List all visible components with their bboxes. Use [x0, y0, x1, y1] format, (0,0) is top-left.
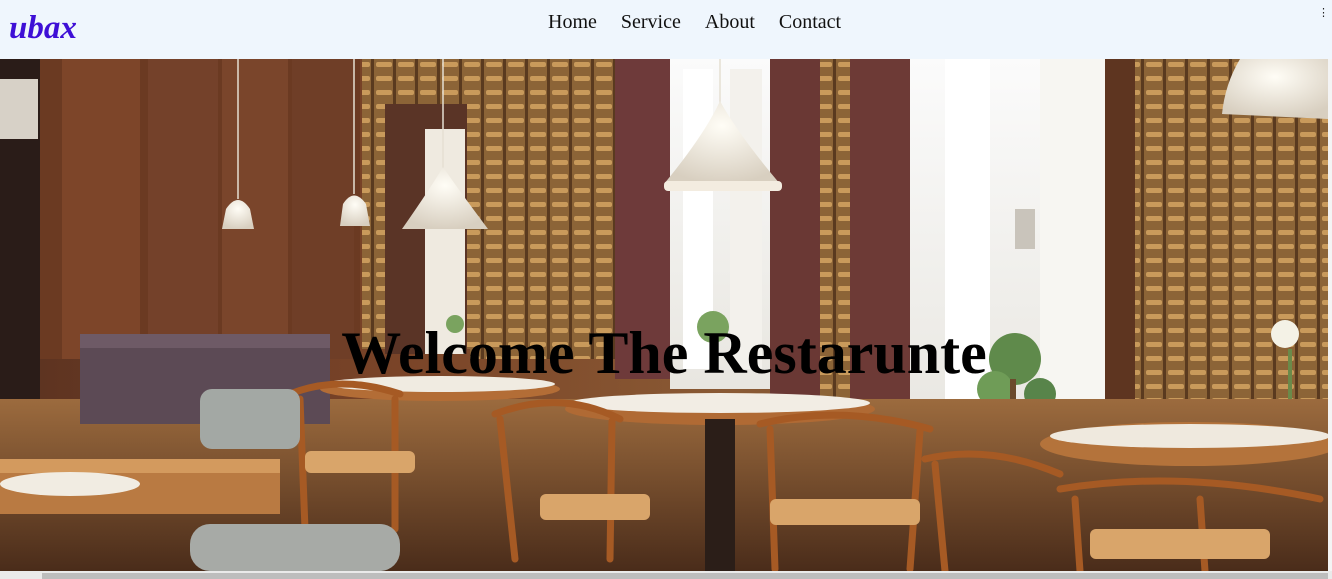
hero-background-image [0, 59, 1328, 571]
nav-link-contact[interactable]: Contact [779, 10, 841, 34]
vertical-scrollbar[interactable] [1328, 59, 1332, 571]
horizontal-scrollbar[interactable] [0, 571, 1332, 579]
top-navbar: ubax Home Service About Contact ⋮ [0, 0, 1332, 59]
hero-section: Welcome The Restarunte [0, 59, 1328, 571]
horizontal-scrollbar-thumb[interactable] [42, 573, 1328, 579]
menu-dots-icon[interactable]: ⋮ [1318, 8, 1329, 19]
hero-title: Welcome The Restarunte [341, 320, 987, 386]
nav-link-home[interactable]: Home [548, 10, 597, 34]
brand-logo[interactable]: ubax [9, 8, 77, 48]
nav-link-service[interactable]: Service [621, 10, 681, 34]
nav-link-about[interactable]: About [705, 10, 755, 34]
main-nav: Home Service About Contact [548, 10, 841, 34]
